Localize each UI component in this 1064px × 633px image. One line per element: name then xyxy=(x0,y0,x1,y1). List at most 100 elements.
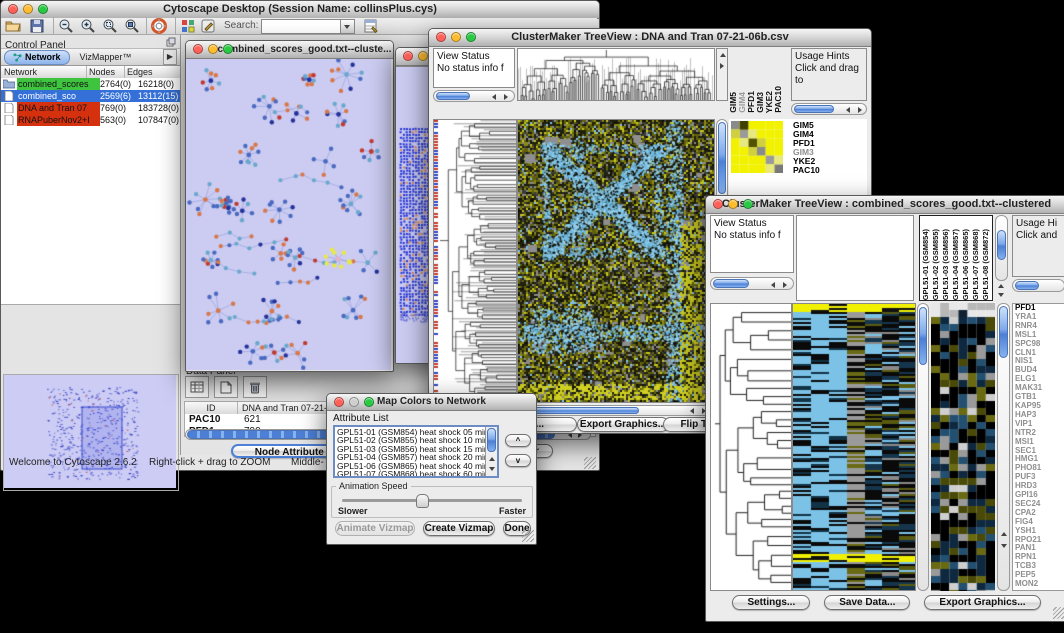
network-canvas-1[interactable] xyxy=(186,59,391,370)
slider-thumb[interactable] xyxy=(416,494,429,508)
tv1-button-export-graphics[interactable]: Export Graphics... xyxy=(577,417,669,432)
tv1-usage-hints-title: Usage Hints xyxy=(795,51,863,63)
close-button[interactable] xyxy=(713,199,723,209)
tv1-heatmap[interactable] xyxy=(517,119,715,403)
zoom-out-icon[interactable] xyxy=(58,18,74,34)
tv2-heatmap[interactable] xyxy=(792,303,916,591)
minimize-button[interactable] xyxy=(23,4,33,14)
tab-network[interactable]: Network xyxy=(4,50,70,65)
tv2-status-hscrollbar[interactable] xyxy=(710,277,794,290)
column-network[interactable]: Network xyxy=(1,66,87,78)
annotation-icon[interactable] xyxy=(200,18,216,34)
delete-attribute-trash-icon[interactable] xyxy=(243,376,267,398)
tv2-genes-vscrollbar[interactable] xyxy=(997,303,1010,591)
labels-scroll-down-icon[interactable] xyxy=(998,293,1004,297)
folder-icon xyxy=(3,79,15,89)
vizmapper-shortcut-icon[interactable] xyxy=(180,18,196,34)
dialog-title-bar[interactable]: Map Colors to Network xyxy=(327,394,536,411)
tv2-hints-hscrollbar[interactable] xyxy=(1012,279,1064,292)
labels-scroll-up-icon[interactable] xyxy=(998,284,1004,288)
minimize-button[interactable] xyxy=(451,32,461,42)
open-session-icon[interactable] xyxy=(5,18,21,34)
tv1-hints-hscrollbar[interactable] xyxy=(791,103,867,115)
tv2-row-dendrogram[interactable] xyxy=(710,303,792,591)
tv1-column-label: PAC10 xyxy=(774,86,783,113)
float-panel-icon[interactable] xyxy=(166,37,176,47)
zoom-button[interactable] xyxy=(223,44,233,54)
network-list-row[interactable]: RNAPuberNov2+I563(0)107847(0) xyxy=(1,114,180,126)
tab-vizmapper[interactable]: VizMapper™ xyxy=(70,50,142,64)
tv2-gene-list: PFD1YRA1RNR4MSL1SPC98CLN1NIS1BUD4ELG1MAK… xyxy=(1012,303,1064,591)
status-pan-hint: Middle- xyxy=(291,455,324,470)
gene-label: MON2 xyxy=(1013,580,1064,589)
move-up-label: ^ xyxy=(516,436,521,445)
zoom-fit-icon[interactable] xyxy=(102,18,118,34)
tv2-summary-heatmap[interactable] xyxy=(931,303,995,591)
network-view-1-title-bar[interactable]: combined_scores_good.txt--cluste... xyxy=(186,41,393,59)
zoom-button[interactable] xyxy=(743,199,753,209)
new-attribute-icon[interactable] xyxy=(214,376,238,398)
network-name: combined_sco xyxy=(17,90,100,102)
network-list-row[interactable]: combined_scores2764(0)16218(0) xyxy=(1,78,180,90)
tv2-button-save-data[interactable]: Save Data... xyxy=(824,595,910,610)
treeview2-title-bar[interactable]: ClusterMaker TreeView : combined_scores_… xyxy=(706,196,1064,214)
column-nodes[interactable]: Nodes xyxy=(87,66,125,78)
zoom-in-icon[interactable] xyxy=(80,18,96,34)
close-button[interactable] xyxy=(334,397,344,407)
save-session-icon[interactable] xyxy=(29,18,45,34)
tv1-status-hscrollbar[interactable] xyxy=(433,90,515,102)
tv2-view-status: View Status No status info f xyxy=(710,215,794,273)
file-icon xyxy=(3,103,15,113)
minimize-button[interactable] xyxy=(418,51,428,61)
status-zoom-hint: Right-click + drag to ZOOM xyxy=(149,455,270,470)
help-lifering-icon[interactable] xyxy=(151,18,167,34)
file-icon xyxy=(3,115,15,125)
network-list-row[interactable]: combined_sco2569(6)13112(15) xyxy=(1,90,180,102)
main-window-title: Cytoscape Desktop (Session Name: collins… xyxy=(163,3,437,15)
attribute-list-vscrollbar[interactable] xyxy=(485,427,497,476)
network-list-row[interactable]: DNA and Tran 07769(0)183728(0) xyxy=(1,102,180,114)
birdseye-view[interactable] xyxy=(3,374,179,491)
search-label: Search: xyxy=(224,18,258,34)
search-input[interactable] xyxy=(261,19,341,34)
tv1-row-dendrogram[interactable] xyxy=(433,119,517,403)
minimize-button[interactable] xyxy=(728,199,738,209)
minimize-button[interactable] xyxy=(208,44,218,54)
search-dropdown-button[interactable] xyxy=(341,19,355,34)
tv2-button-export-graphics[interactable]: Export Graphics... xyxy=(924,595,1040,610)
dialog-button-create-vizmap[interactable]: Create Vizmap xyxy=(423,521,495,536)
tv1-column-dendrogram[interactable] xyxy=(517,48,715,101)
main-title-bar[interactable]: Cytoscape Desktop (Session Name: collins… xyxy=(1,1,599,19)
tv1-summary-heatmap[interactable] xyxy=(731,121,783,173)
move-down-button[interactable]: v xyxy=(505,454,531,467)
dialog-button-animate-vizmap: Animate Vizmap xyxy=(335,521,415,536)
animation-speed-slider[interactable] xyxy=(342,499,522,502)
tv2-column-dendrogram[interactable] xyxy=(796,215,914,301)
resize-grip[interactable] xyxy=(1053,607,1064,619)
move-up-button[interactable]: ^ xyxy=(505,434,531,447)
network-edges-count: 13112(15) xyxy=(138,90,180,102)
column-id[interactable]: ID xyxy=(185,402,238,414)
close-button[interactable] xyxy=(436,32,446,42)
column-edges[interactable]: Edges xyxy=(125,66,180,78)
attribute-list-item[interactable]: GPL51-07 (GSM868) heat shock 60 min xyxy=(337,470,495,478)
close-button[interactable] xyxy=(403,51,413,61)
treeview1-title-bar[interactable]: ClusterMaker TreeView : DNA and Tran 07-… xyxy=(429,29,871,47)
zoom-button[interactable] xyxy=(38,4,48,14)
close-button[interactable] xyxy=(193,44,203,54)
tab-overflow-button[interactable]: ▶ xyxy=(163,49,177,65)
zoom-button[interactable] xyxy=(466,32,476,42)
import-table-icon[interactable] xyxy=(363,18,379,34)
zoom-button[interactable] xyxy=(364,397,374,407)
tv2-heatmap-vscrollbar[interactable] xyxy=(917,303,929,591)
close-button[interactable] xyxy=(8,4,18,14)
tv1-heatmap-hscrollbar[interactable] xyxy=(517,405,715,416)
resize-grip[interactable] xyxy=(584,457,596,469)
toolbar-separator xyxy=(146,17,147,35)
tv2-labels-vscrollbar[interactable] xyxy=(995,215,1008,281)
zoom-selected-icon[interactable] xyxy=(124,18,140,34)
attribute-list[interactable]: GPL51-01 (GSM854) heat shock 05 minGPL51… xyxy=(333,425,499,478)
attribute-table-icon[interactable] xyxy=(185,376,209,398)
tv2-button-settings[interactable]: Settings... xyxy=(732,595,810,610)
resize-grip[interactable] xyxy=(522,530,534,542)
